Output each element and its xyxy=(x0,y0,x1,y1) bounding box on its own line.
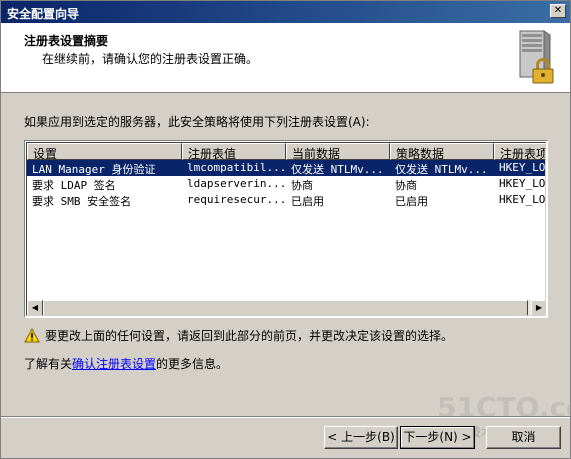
row-cell: 要求 LDAP 签名 xyxy=(32,179,116,192)
back-button[interactable]: < 上一步(B) xyxy=(324,426,398,449)
row-cell: HKEY_LOC xyxy=(499,177,546,190)
server-lock-icon xyxy=(519,30,554,84)
row-cell: LAN Manager 身份验证 xyxy=(32,163,156,176)
next-button[interactable]: 下一步(N) > xyxy=(400,426,475,449)
learn-more-prefix: 了解有关 xyxy=(24,357,73,371)
cancel-button[interactable]: 取消 xyxy=(486,426,561,449)
learn-more: 了解有关确认注册表设置的更多信息。 xyxy=(24,355,228,372)
warning-row: 要更改上面的任何设置，请返回到此部分的前页，并更改决定该设置的选择。 xyxy=(24,327,453,344)
title-bar: 安全配置向导 ✕ xyxy=(1,1,570,23)
registry-settings-list[interactable]: 设置 注册表值 当前数据 策略数据 注册表项 LAN Manager 身份验证 … xyxy=(24,140,548,318)
row-cell: 协商 xyxy=(291,179,313,192)
wizard-header: 注册表设置摘要 在继续前，请确认您的注册表设置正确。 xyxy=(1,23,570,93)
row-cell: lmcompatibil... xyxy=(187,161,286,174)
page-subtitle: 在继续前，请确认您的注册表设置正确。 xyxy=(42,52,259,66)
row-cell: HKEY_LOC xyxy=(499,193,546,206)
horizontal-scrollbar[interactable]: ◀ ▶ xyxy=(27,300,545,315)
close-button[interactable]: ✕ xyxy=(550,4,566,18)
column-header-current-data[interactable]: 当前数据 xyxy=(286,143,390,160)
intro-text: 如果应用到选定的服务器，此安全策略将使用下列注册表设置(A): xyxy=(24,115,370,129)
window-title: 安全配置向导 xyxy=(7,7,80,21)
row-cell: HKEY_LOC xyxy=(499,161,546,174)
warning-text: 要更改上面的任何设置，请返回到此部分的前页，并更改决定该设置的选择。 xyxy=(45,329,454,343)
column-header-registry-value[interactable]: 注册表值 xyxy=(182,143,286,160)
table-row[interactable]: 要求 SMB 安全签名 requiresecur... 已启用 已启用 HKEY… xyxy=(27,192,546,208)
table-row[interactable]: 要求 LDAP 签名 ldapserverin... 协商 协商 HKEY_LO… xyxy=(27,176,546,192)
column-header-policy-data[interactable]: 策略数据 xyxy=(390,143,494,160)
column-header-registry-key[interactable]: 注册表项 xyxy=(494,143,545,160)
row-cell: 协商 xyxy=(395,179,417,192)
page-title: 注册表设置摘要 xyxy=(24,34,109,48)
list-header: 设置 注册表值 当前数据 策略数据 注册表项 xyxy=(27,143,545,160)
row-cell: 仅发送 NTLMv... xyxy=(395,163,488,176)
scroll-thumb[interactable] xyxy=(43,300,528,315)
scroll-right-button[interactable]: ▶ xyxy=(531,300,545,315)
warning-icon xyxy=(24,328,40,343)
watermark: 51CTO.com xyxy=(437,391,571,424)
row-cell: 已启用 xyxy=(395,195,428,208)
row-cell: 仅发送 NTLMv... xyxy=(291,163,384,176)
footer-divider xyxy=(1,416,570,418)
table-row[interactable]: LAN Manager 身份验证 lmcompatibil... 仅发送 NTL… xyxy=(27,160,546,176)
scroll-left-button[interactable]: ◀ xyxy=(27,300,43,315)
row-cell: 要求 SMB 安全签名 xyxy=(32,195,132,208)
row-cell: requiresecur... xyxy=(187,193,286,206)
column-header-setting[interactable]: 设置 xyxy=(27,143,182,160)
row-cell: ldapserverin... xyxy=(187,177,286,190)
row-cell: 已启用 xyxy=(291,195,324,208)
learn-more-suffix: 的更多信息。 xyxy=(156,357,229,371)
wizard-window: 安全配置向导 ✕ 注册表设置摘要 在继续前，请确认您的注册表设置正确。 如果应用… xyxy=(0,0,571,459)
confirm-registry-settings-link[interactable]: 确认注册表设置 xyxy=(72,357,156,371)
